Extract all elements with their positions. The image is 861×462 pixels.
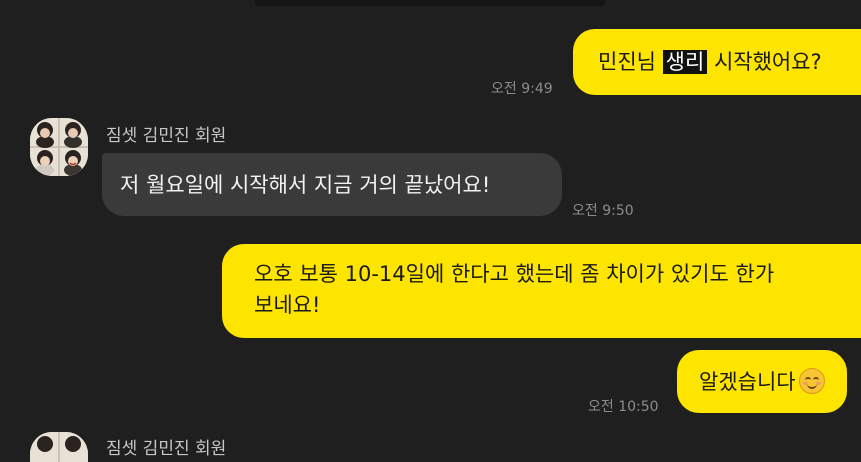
avatar[interactable]	[30, 118, 88, 176]
profile-photo-icon	[30, 432, 88, 462]
avatar[interactable]	[30, 432, 88, 462]
message-text: 알겠습니다	[699, 370, 796, 394]
message-text: 민진님	[598, 50, 663, 74]
message-text: 시작했어요?	[707, 50, 822, 74]
my-message-bubble[interactable]: 민진님 생리 시작했어요?	[573, 29, 861, 95]
message-text-line: 오호 보통 10-14일에 한다고 했는데 좀 차이가 있기도 한가	[254, 262, 775, 286]
my-message-bubble[interactable]: 알겠습니다	[677, 350, 847, 413]
message-timestamp: 오전 9:50	[572, 203, 634, 219]
sender-name: 짐셋 김민진 회원	[106, 126, 227, 146]
top-bar-edge	[255, 0, 605, 6]
profile-photo-icon	[30, 118, 88, 176]
highlighted-word: 생리	[662, 50, 708, 74]
smiling-face-emoji-icon	[798, 368, 825, 394]
message-text-line: 보네요!	[254, 293, 321, 317]
message-timestamp: 오전 9:49	[491, 81, 553, 97]
message-text: 저 월요일에 시작해서 지금 거의 끝났어요!	[120, 173, 491, 197]
message-timestamp: 오전 10:50	[588, 399, 659, 415]
my-message-bubble[interactable]: 오호 보통 10-14일에 한다고 했는데 좀 차이가 있기도 한가 보네요!	[222, 244, 861, 338]
their-message-bubble[interactable]: 저 월요일에 시작해서 지금 거의 끝났어요!	[102, 153, 562, 216]
